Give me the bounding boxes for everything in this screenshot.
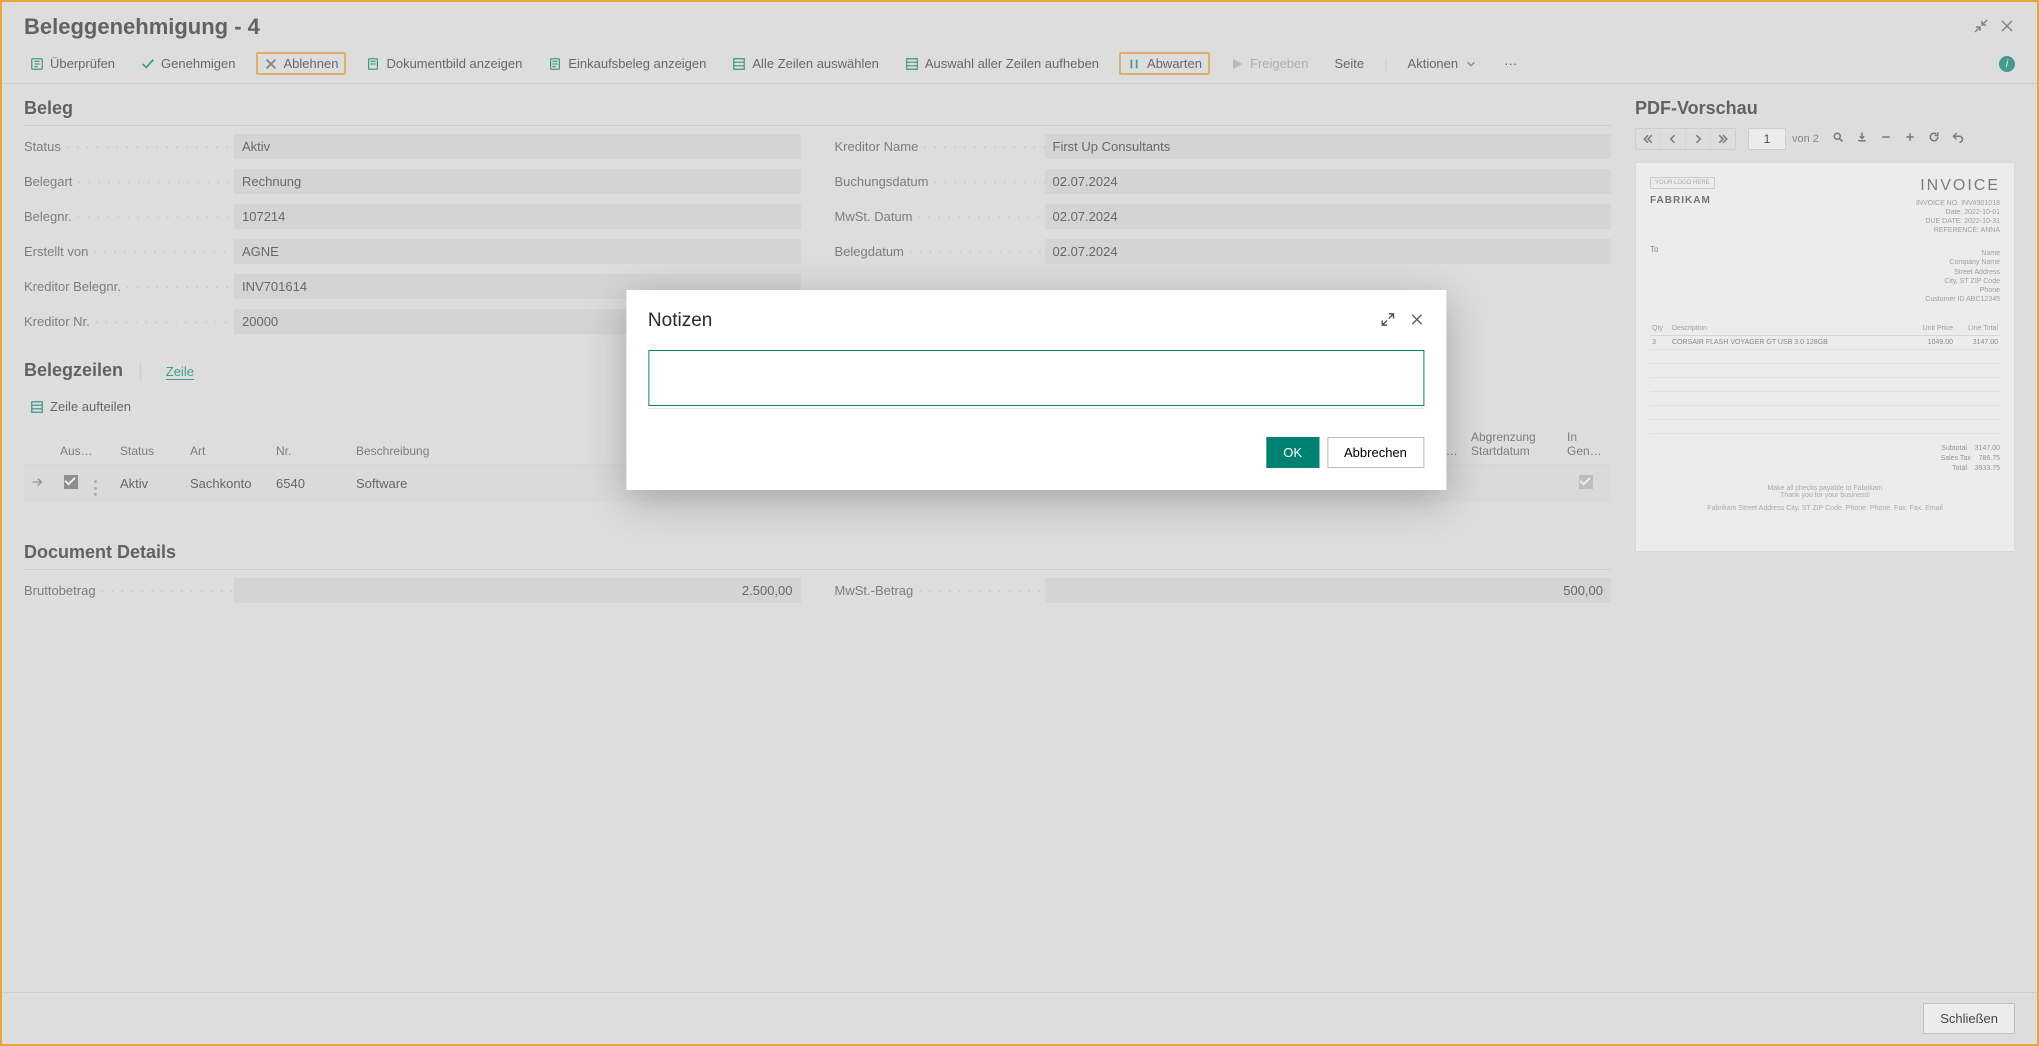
modal-cancel-button[interactable]: Abbrechen: [1327, 437, 1424, 468]
notes-modal-title: Notizen: [648, 310, 712, 332]
modal-expand-icon[interactable]: [1366, 312, 1395, 330]
modal-ok-button[interactable]: OK: [1266, 437, 1319, 468]
modal-close-icon[interactable]: [1395, 312, 1424, 330]
notes-modal: Notizen OK Abbrechen: [626, 290, 1446, 490]
modal-overlay: [2, 2, 2037, 1044]
notes-textarea[interactable]: [648, 350, 1424, 406]
page-frame: Beleggenehmigung - 4 Überprüfen Genehmig…: [0, 0, 2039, 1046]
